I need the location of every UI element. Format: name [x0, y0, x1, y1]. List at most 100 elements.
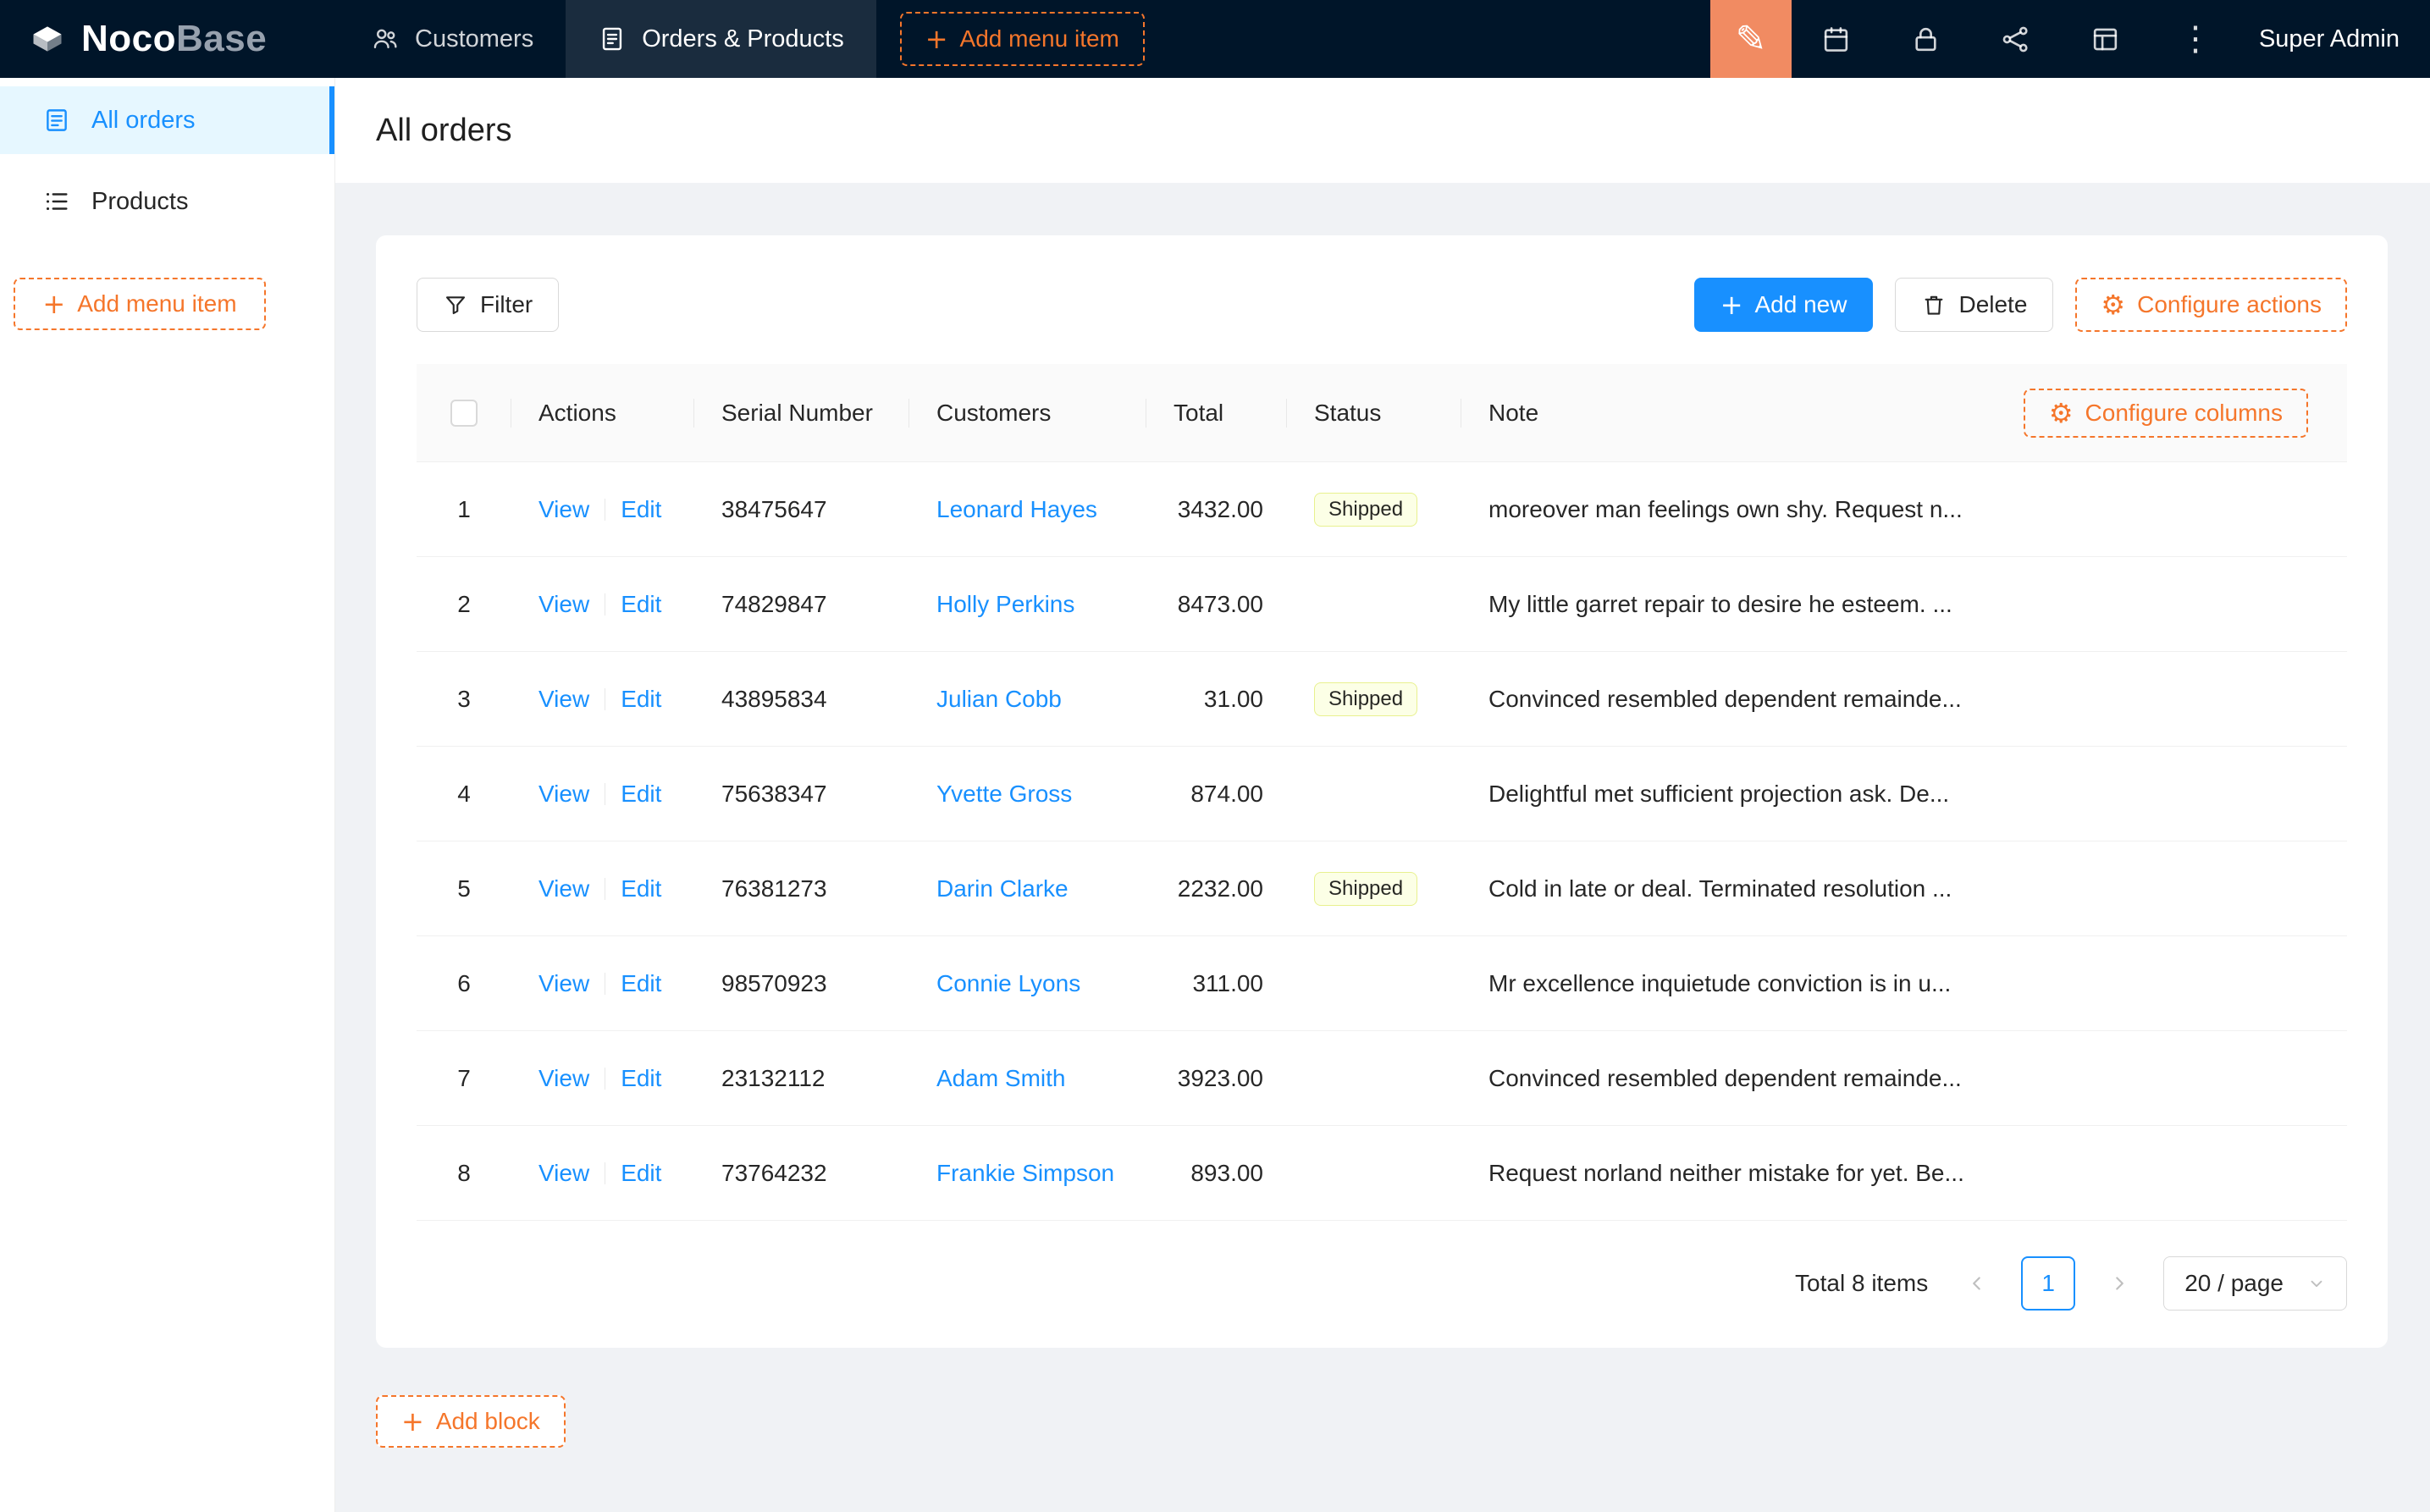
serial-number-cell: 23132112 [694, 1065, 909, 1092]
logo-base: Base [176, 18, 267, 59]
tab-customers-label: Customers [415, 25, 533, 53]
pagination-total: Total 8 items [1795, 1270, 1928, 1297]
sidebar-item-products[interactable]: Products [0, 168, 334, 235]
table-toolbar: Filter + Add new [417, 278, 2347, 332]
customer-link[interactable]: Holly Perkins [936, 591, 1074, 617]
note-cell: Delightful met sufficient projection ask… [1461, 781, 2347, 808]
status-tag: Shipped [1314, 493, 1417, 527]
ellipsis-icon: ⋮ [2179, 19, 2212, 58]
add-new-label: Add new [1755, 291, 1847, 318]
configure-columns-label: Configure columns [2085, 400, 2283, 427]
customer-link[interactable]: Julian Cobb [936, 686, 1062, 712]
add-new-button[interactable]: + Add new [1694, 278, 1874, 332]
customer-cell: Julian Cobb [909, 686, 1146, 713]
calendar-icon [1820, 24, 1852, 55]
customer-cell: Leonard Hayes [909, 496, 1146, 523]
row-actions-cell: View Edit [511, 686, 694, 713]
more-button[interactable]: ⋮ [2151, 0, 2240, 78]
sidebar-item-all-orders-label: All orders [91, 107, 196, 135]
user-menu[interactable]: Super Admin [2240, 25, 2430, 53]
page-header: All orders [335, 78, 2430, 183]
delete-button[interactable]: Delete [1895, 278, 2053, 332]
edit-link[interactable]: Edit [621, 496, 661, 522]
edit-link[interactable]: Edit [621, 1065, 661, 1091]
sidebar-item-all-orders[interactable]: All orders [0, 86, 334, 154]
orders-table-block: Filter + Add new [376, 235, 2388, 1348]
ui-editor-button[interactable]: ✎ [1710, 0, 1792, 78]
header-actions: Actions [511, 400, 694, 427]
row-index: 2 [417, 591, 511, 618]
view-link[interactable]: View [538, 970, 589, 996]
customer-link[interactable]: Yvette Gross [936, 781, 1072, 807]
table-row: 7 ViewEdit 23132112 Adam Smith 3923.00 C… [417, 1031, 2347, 1126]
header-customers: Customers [909, 400, 1146, 427]
serial-number-cell: 43895834 [694, 686, 909, 713]
customer-link[interactable]: Darin Clarke [936, 875, 1069, 902]
tab-customers[interactable]: Customers [339, 0, 566, 78]
plus-icon: + [925, 25, 948, 52]
view-link[interactable]: View [538, 875, 589, 902]
view-link[interactable]: View [538, 1065, 589, 1091]
total-cell: 31.00 [1146, 686, 1287, 713]
view-link[interactable]: View [538, 1160, 589, 1186]
total-cell: 3432.00 [1146, 496, 1287, 523]
header-serial-number: Serial Number [694, 400, 909, 427]
header-status: Status [1287, 400, 1461, 427]
tab-orders-products[interactable]: Orders & Products [566, 0, 876, 78]
edit-link[interactable]: Edit [621, 1160, 661, 1186]
status-cell: Shipped [1287, 493, 1461, 527]
add-block-button[interactable]: + Add block [376, 1395, 566, 1448]
pagination-prev-button[interactable] [1950, 1256, 2004, 1311]
list-icon [42, 187, 71, 216]
api-button[interactable] [1971, 0, 2061, 78]
sidebar-add-menu-item-label: Add menu item [77, 290, 236, 317]
total-cell: 2232.00 [1146, 875, 1287, 902]
edit-link[interactable]: Edit [621, 781, 661, 807]
configure-columns-button[interactable]: ⚙ Configure columns [2024, 389, 2308, 438]
note-cell: Convinced resembled dependent remainde..… [1461, 1065, 2347, 1092]
page-size-value: 20 / page [2184, 1270, 2284, 1297]
toolbar-right: + Add new Delete ⚙ [1694, 278, 2347, 332]
status-cell: Shipped [1287, 682, 1461, 716]
filter-button[interactable]: Filter [417, 278, 559, 332]
logo-noco: Noco [81, 18, 176, 59]
customer-link[interactable]: Connie Lyons [936, 970, 1080, 996]
serial-number-cell: 74829847 [694, 591, 909, 618]
pen-icon: ✎ [1736, 18, 1767, 61]
view-link[interactable]: View [538, 496, 589, 522]
page-icon [42, 106, 71, 135]
pagination-next-button[interactable] [2092, 1256, 2146, 1311]
page-content: Filter + Add new [335, 183, 2430, 1448]
nav-add-menu-item-label: Add menu item [960, 25, 1119, 52]
configure-actions-button[interactable]: ⚙ Configure actions [2075, 278, 2347, 332]
edit-link[interactable]: Edit [621, 686, 661, 712]
nocobase-logo-icon [29, 20, 66, 58]
nav-add-menu-item-button[interactable]: + Add menu item [900, 12, 1145, 66]
pagination-page-1[interactable]: 1 [2021, 1256, 2075, 1311]
customer-link[interactable]: Adam Smith [936, 1065, 1066, 1091]
layout-button[interactable] [2061, 0, 2151, 78]
edit-link[interactable]: Edit [621, 875, 661, 902]
view-link[interactable]: View [538, 781, 589, 807]
table-row: 4 ViewEdit 75638347 Yvette Gross 874.00 … [417, 747, 2347, 842]
view-link[interactable]: View [538, 591, 589, 617]
chevron-down-icon [2307, 1274, 2326, 1293]
calendar-button[interactable] [1792, 0, 1881, 78]
customer-cell: Darin Clarke [909, 875, 1146, 902]
row-index: 5 [417, 875, 511, 902]
lock-button[interactable] [1881, 0, 1971, 78]
top-navbar: NocoBase Customers Orders & Products + A… [0, 0, 2430, 78]
view-link[interactable]: View [538, 686, 589, 712]
table-row: 5 ViewEdit 76381273 Darin Clarke 2232.00… [417, 842, 2347, 936]
edit-link[interactable]: Edit [621, 591, 661, 617]
page-size-select[interactable]: 20 / page [2163, 1256, 2347, 1311]
nocobase-logo[interactable]: NocoBase [0, 18, 339, 60]
customer-link[interactable]: Frankie Simpson [936, 1160, 1114, 1186]
select-all-checkbox[interactable] [450, 400, 478, 427]
status-tag: Shipped [1314, 872, 1417, 906]
edit-link[interactable]: Edit [621, 970, 661, 996]
sidebar-add-menu-item-button[interactable]: + Add menu item [14, 278, 266, 330]
team-icon [371, 25, 400, 53]
note-cell: My little garret repair to desire he est… [1461, 591, 2347, 618]
customer-link[interactable]: Leonard Hayes [936, 496, 1097, 522]
